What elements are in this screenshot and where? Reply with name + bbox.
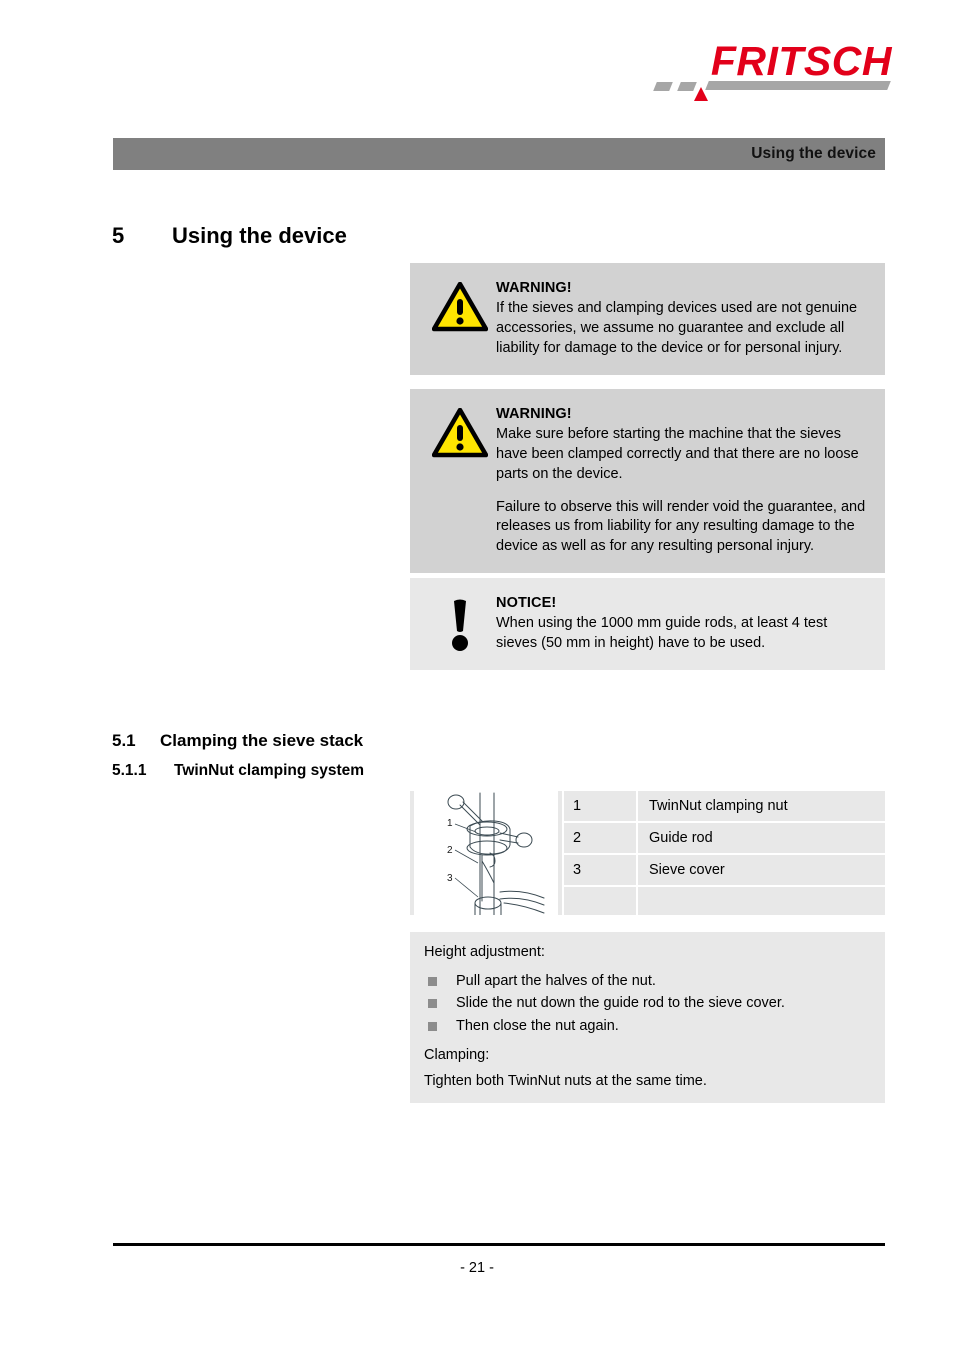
section-number-5-1: 5.1 [112, 731, 136, 750]
warning-box-1-title: WARNING! [496, 280, 572, 296]
procedure-step-text: Pull apart the halves of the nut. [456, 973, 656, 989]
callout-1-label: 1 [447, 818, 453, 829]
warning-box-2-body: WARNING! Make sure before starting the m… [496, 406, 871, 557]
logo-bar-3 [705, 81, 891, 90]
exclamation-mark-icon [424, 595, 496, 654]
procedure-step-list: Pull apart the halves of the nut. Slide … [415, 970, 871, 1037]
table-row: 3 Sieve cover [564, 855, 885, 885]
procedure-step-text: Slide the nut down the guide rod to the … [456, 995, 785, 1012]
twinnut-clamping-nut-illustration: 1 2 3 [414, 791, 558, 915]
legend-table: 1 TwinNut clamping nut 2 Guide rod 3 Sie… [564, 791, 885, 915]
section-title-5-1-1: TwinNut clamping system [174, 762, 365, 779]
legend-value: Sieve cover [638, 855, 885, 885]
notice-box-title: NOTICE! [496, 595, 557, 611]
logo-bars [652, 77, 892, 101]
warning-triangle-icon [424, 406, 496, 557]
logo-triangle-icon [694, 87, 708, 101]
list-item: Slide the nut down the guide rod to the … [424, 992, 871, 1014]
document-page: FRITSCH Using the device 5 Using the dev… [0, 0, 954, 1350]
legend-value: Guide rod [638, 823, 885, 853]
callout-2-label: 2 [447, 845, 453, 856]
logo-wordmark: FRITSCH [710, 38, 892, 84]
warning-box-1-paragraph-1: If the sieves and clamping devices used … [496, 300, 858, 356]
table-row: 2 Guide rod [564, 823, 885, 853]
table-row-empty [564, 887, 885, 915]
legend-value: TwinNut clamping nut [638, 791, 885, 821]
warning-triangle-icon [424, 280, 496, 359]
notice-box-body: NOTICE! When using the 1000 mm guide rod… [496, 595, 871, 654]
warning-box-2: WARNING! Make sure before starting the m… [410, 389, 885, 574]
square-bullet-icon [428, 977, 437, 986]
figure-legend-row: 1 2 3 1 TwinNut clamping nut 2 Guide rod… [410, 791, 885, 915]
table-row: 1 TwinNut clamping nut [564, 791, 885, 821]
warning-box-2-title: WARNING! [496, 406, 572, 422]
running-header: Using the device [113, 138, 885, 170]
procedure-lead: Height adjustment: [424, 944, 545, 960]
footer-divider [113, 1243, 885, 1246]
fritsch-logo: FRITSCH [652, 41, 892, 107]
chapter-number: 5 [112, 223, 125, 248]
legend-key: 3 [564, 855, 636, 885]
square-bullet-icon [428, 999, 437, 1009]
warning-box-1: WARNING! If the sieves and clamping devi… [410, 263, 885, 375]
procedure-block: Height adjustment: Pull apart the halves… [410, 932, 885, 1104]
figure-image-cell: 1 2 3 [410, 791, 562, 915]
list-item: Pull apart the halves of the nut. [424, 970, 871, 992]
legend-key-empty [564, 887, 636, 915]
warning-box-2-paragraph-1: Make sure before starting the machine th… [496, 426, 859, 482]
warning-box-2-paragraph-2: Failure to observe this will render void… [496, 498, 866, 555]
page-number: - 21 - [460, 1260, 494, 1276]
chapter-heading: 5 Using the device [112, 223, 347, 249]
section-title-5-1: Clamping the sieve stack [160, 731, 364, 750]
section-heading-5-1: 5.1 Clamping the sieve stack [112, 731, 363, 751]
running-header-title: Using the device [751, 145, 876, 162]
section-heading-5-1-1: 5.1.1 TwinNut clamping system [112, 762, 364, 780]
list-item: Then close the nut again. [424, 1015, 871, 1037]
legend-key: 2 [564, 823, 636, 853]
square-bullet-icon [428, 1021, 437, 1031]
notice-box-paragraph-1: When using the 1000 mm guide rods, at le… [496, 615, 828, 651]
notice-box: NOTICE! When using the 1000 mm guide rod… [410, 578, 885, 670]
procedure-final-text: Tighten both TwinNut nuts at the same ti… [424, 1073, 707, 1090]
procedure-sub-lead: Clamping: [424, 1047, 490, 1064]
procedure-step-text: Then close the nut again. [456, 1017, 619, 1034]
section-number-5-1-1: 5.1.1 [112, 762, 147, 779]
warning-box-1-body: WARNING! If the sieves and clamping devi… [496, 280, 871, 359]
legend-value-empty [638, 887, 885, 915]
legend-key: 1 [564, 791, 636, 821]
figure-legend-block: 1 2 3 1 TwinNut clamping nut 2 Guide rod… [410, 791, 885, 915]
logo-bar-1 [653, 82, 673, 91]
callout-3-label: 3 [447, 873, 453, 884]
page-title: Using the device [172, 223, 347, 248]
